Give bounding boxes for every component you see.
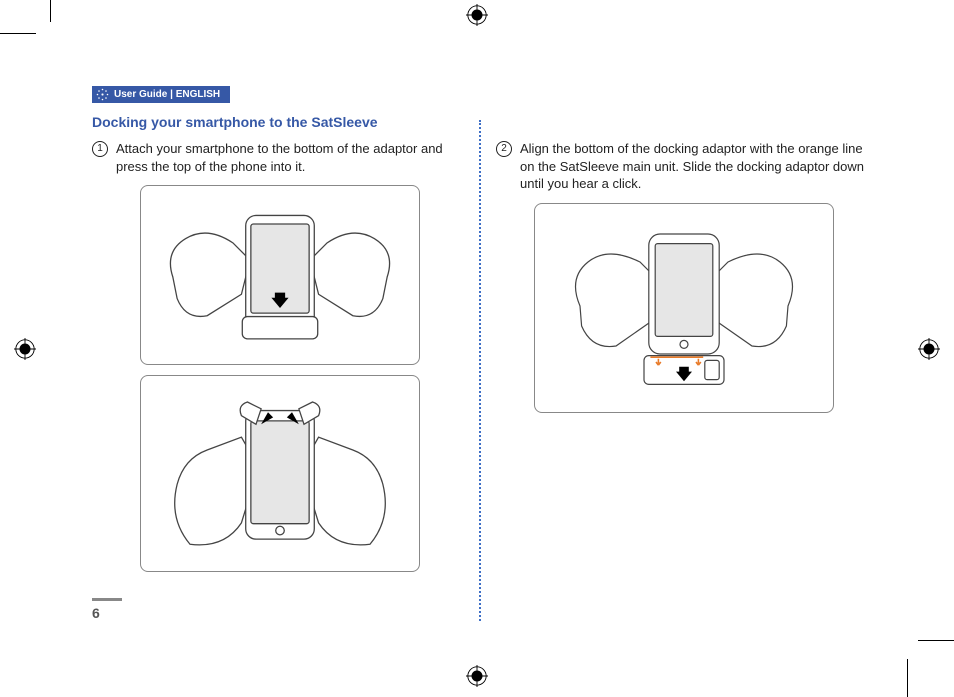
crop-mark — [0, 33, 36, 34]
illustration-press-top — [140, 375, 420, 572]
phone-press-illustration — [160, 390, 400, 553]
illustration-attach-bottom — [140, 185, 420, 365]
section-title: Docking your smartphone to the SatSleeve — [92, 114, 468, 130]
step-1-text: Attach your smartphone to the bottom of … — [116, 140, 468, 175]
content-area: Docking your smartphone to the SatSleeve… — [92, 86, 872, 623]
registration-mark-icon — [918, 338, 940, 360]
left-column: Docking your smartphone to the SatSleeve… — [92, 86, 468, 623]
crop-mark — [50, 0, 51, 22]
crop-mark — [907, 659, 908, 697]
page-number: 6 — [92, 598, 122, 621]
phone-attach-illustration — [160, 200, 400, 346]
crop-mark — [918, 640, 954, 641]
step-2-text: Align the bottom of the docking adaptor … — [520, 140, 872, 193]
dock-align-illustration — [564, 218, 804, 394]
step-2: 2 Align the bottom of the docking adapto… — [496, 140, 872, 193]
step-1: 1 Attach your smartphone to the bottom o… — [92, 140, 468, 175]
page: User Guide | ENGLISH Docking your smartp… — [50, 28, 908, 651]
registration-mark-icon — [466, 665, 488, 687]
registration-mark-icon — [14, 338, 36, 360]
illustration-align-dock — [534, 203, 834, 413]
registration-mark-icon — [466, 4, 488, 26]
step-number-icon: 1 — [92, 141, 108, 157]
step-number-icon: 2 — [496, 141, 512, 157]
right-column: 2 Align the bottom of the docking adapto… — [496, 86, 872, 623]
